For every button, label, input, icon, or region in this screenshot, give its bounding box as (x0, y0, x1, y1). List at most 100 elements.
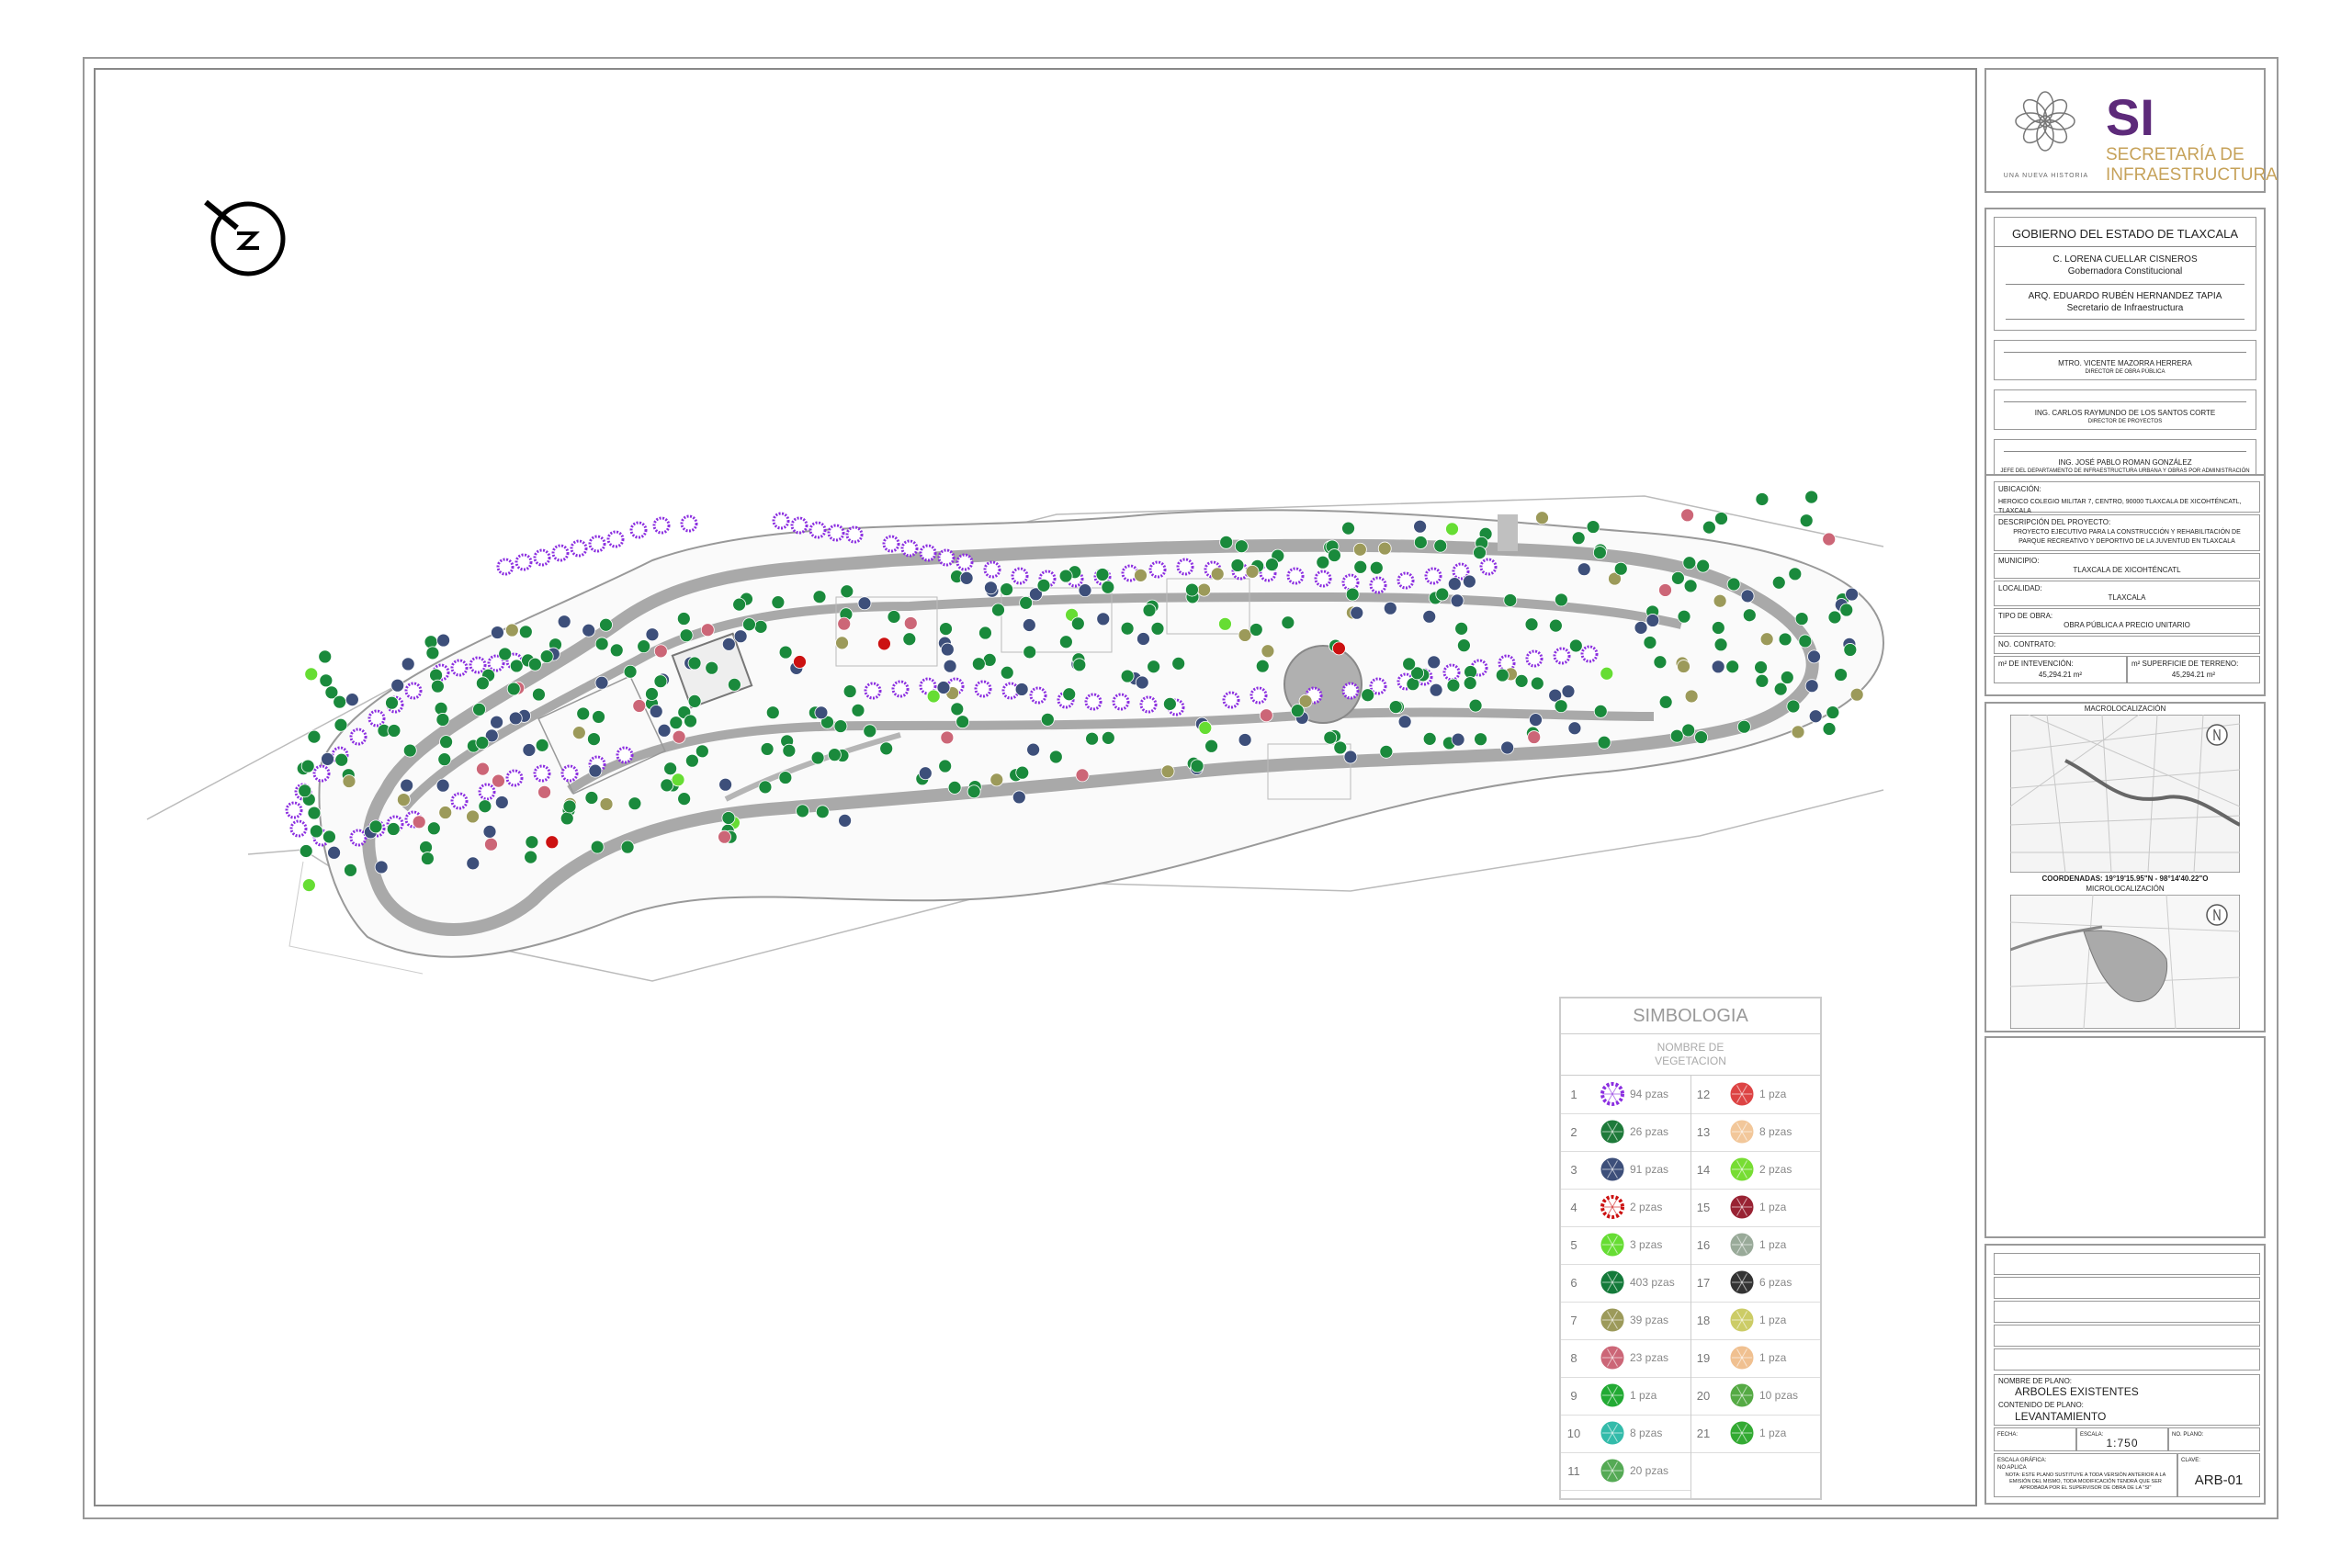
tree-symbol (1592, 546, 1607, 559)
signatory-2: ING. CARLOS RAYMUNDO DE LOS SANTOS CORTE… (1994, 389, 2256, 430)
tree-symbol (1600, 666, 1614, 681)
tree-symbol (1218, 616, 1232, 631)
tree-symbol (991, 603, 1005, 617)
tree-symbol (1160, 764, 1175, 779)
logo-si: SI (2106, 88, 2154, 146)
tree-symbol (390, 678, 405, 693)
tree-symbol (1261, 644, 1275, 659)
legend-item: 1 94 pzas (1561, 1076, 1690, 1114)
tree-symbol (419, 840, 433, 854)
tree-symbol (1222, 691, 1240, 709)
tree-symbol (588, 763, 603, 778)
superficie-label: m² SUPERFICIE DE TERRENO: (2132, 660, 2239, 668)
title-block: UNA NUEVA HISTORIA SI SECRETARÍA DE INFR… (1984, 68, 2278, 1506)
superficie-value: 45,294.21 m² (2171, 671, 2216, 679)
contrato-label: NO. CONTRATO: (1998, 640, 2056, 649)
legend-item-number: 18 (1696, 1314, 1711, 1327)
tree-symbol (285, 801, 303, 819)
tree-symbol (687, 656, 702, 671)
tree-symbol (1554, 699, 1568, 714)
tree-symbol (1571, 531, 1586, 546)
tree-symbol (1250, 686, 1268, 705)
tree-symbol (609, 643, 624, 658)
tree-symbol (1561, 684, 1576, 699)
tree-symbol (1463, 676, 1477, 691)
descripcion-label: DESCRIPCIÓN DEL PROYECTO: (1998, 518, 2111, 526)
olive-tree-icon (1598, 1305, 1627, 1335)
legend-item-number: 1 (1570, 1088, 1577, 1101)
tree-symbol (1058, 635, 1073, 649)
tree-symbol (1755, 492, 1770, 506)
tipo-label: TIPO DE OBRA: (1998, 612, 2053, 620)
legend-item: 20 10 pzas (1690, 1377, 1820, 1416)
nombre-plano-value: ARBOLES EXISTENTES (2015, 1385, 2139, 1398)
tree-symbol (676, 612, 691, 626)
ring-tree-icon (1598, 1079, 1627, 1109)
legend-subtitle-1: NOMBRE DE (1657, 1041, 1724, 1054)
tree-symbol (345, 693, 359, 707)
tree-symbol (475, 736, 490, 750)
tree-symbol (1361, 688, 1375, 703)
tree-symbol (1429, 682, 1443, 697)
tree-symbol (1072, 658, 1087, 672)
tree-symbol (679, 628, 694, 643)
tree-symbol (532, 687, 546, 702)
government-name: GOBIERNO DEL ESTADO DE TLAXCALA (1995, 227, 2256, 247)
legend-item: 10 8 pzas (1561, 1415, 1690, 1453)
legend-item-quantity: 1 pza (1759, 1238, 1787, 1251)
legend-item-quantity: 8 pzas (1759, 1125, 1792, 1138)
tree-symbol (1553, 647, 1571, 665)
legend-item-quantity: 1 pza (1759, 1314, 1787, 1326)
bright-tree-icon (1598, 1381, 1627, 1410)
legend-item: 12 1 pza (1690, 1076, 1820, 1114)
coords-label: COORDENADAS: 19°19'15.95"N - 98°14'40.22… (2041, 874, 2209, 883)
tree-symbol (1369, 560, 1384, 575)
tree-symbol (504, 623, 519, 637)
legend-item-number: 14 (1696, 1163, 1711, 1177)
tree-symbol (1645, 614, 1660, 627)
tree-symbol (588, 535, 606, 553)
tree-symbol (307, 806, 322, 820)
tree-symbol (721, 637, 736, 651)
tree-symbol (1062, 687, 1077, 702)
tree-symbol (1643, 636, 1657, 649)
tree-symbol (653, 644, 668, 659)
tree-symbol (653, 674, 668, 689)
tree-symbol (1447, 577, 1462, 592)
tree-symbol (522, 743, 537, 757)
tree-symbol (1026, 742, 1041, 757)
tree-symbol (437, 752, 452, 767)
tree-symbol (309, 824, 323, 839)
tree-symbol (435, 713, 450, 727)
tree-symbol (368, 819, 383, 834)
tree-symbol (732, 597, 747, 612)
tree-symbol (506, 682, 521, 696)
tree-symbol (721, 811, 736, 825)
tree-symbol (1804, 679, 1819, 694)
tree-symbol (1345, 587, 1360, 602)
tree-symbol (1681, 723, 1696, 738)
tree-symbol (1554, 592, 1568, 607)
tree-symbol (1677, 609, 1691, 624)
tree-symbol (1827, 610, 1842, 625)
tree-symbol (1015, 765, 1030, 780)
tree-symbol (431, 679, 445, 694)
macro-label: MACROLOCALIZACIÓN (2084, 705, 2166, 713)
legend-item-number: 15 (1696, 1201, 1711, 1214)
tree-symbol (1139, 695, 1158, 714)
tree-symbol (344, 863, 357, 877)
tree-symbol (312, 764, 331, 783)
legend-item: 4 2 pzas (1561, 1189, 1690, 1227)
tree-symbol (402, 743, 417, 758)
tree-symbol (790, 516, 808, 535)
tree-symbol (1755, 673, 1770, 688)
tree-symbol (1778, 632, 1792, 647)
secretary-name: ARQ. EDUARDO RUBÉN HERNANDEZ TAPIA (2028, 291, 2222, 301)
tree-symbol (576, 706, 591, 721)
tree-symbol (1353, 559, 1368, 574)
green-tree-icon (1598, 1268, 1627, 1297)
intervencion-label: m² DE INTEVENCIÓN: (1998, 660, 2074, 668)
red-star-icon (1727, 1079, 1757, 1109)
tree-symbol (438, 806, 453, 819)
tree-symbol (1136, 632, 1150, 646)
